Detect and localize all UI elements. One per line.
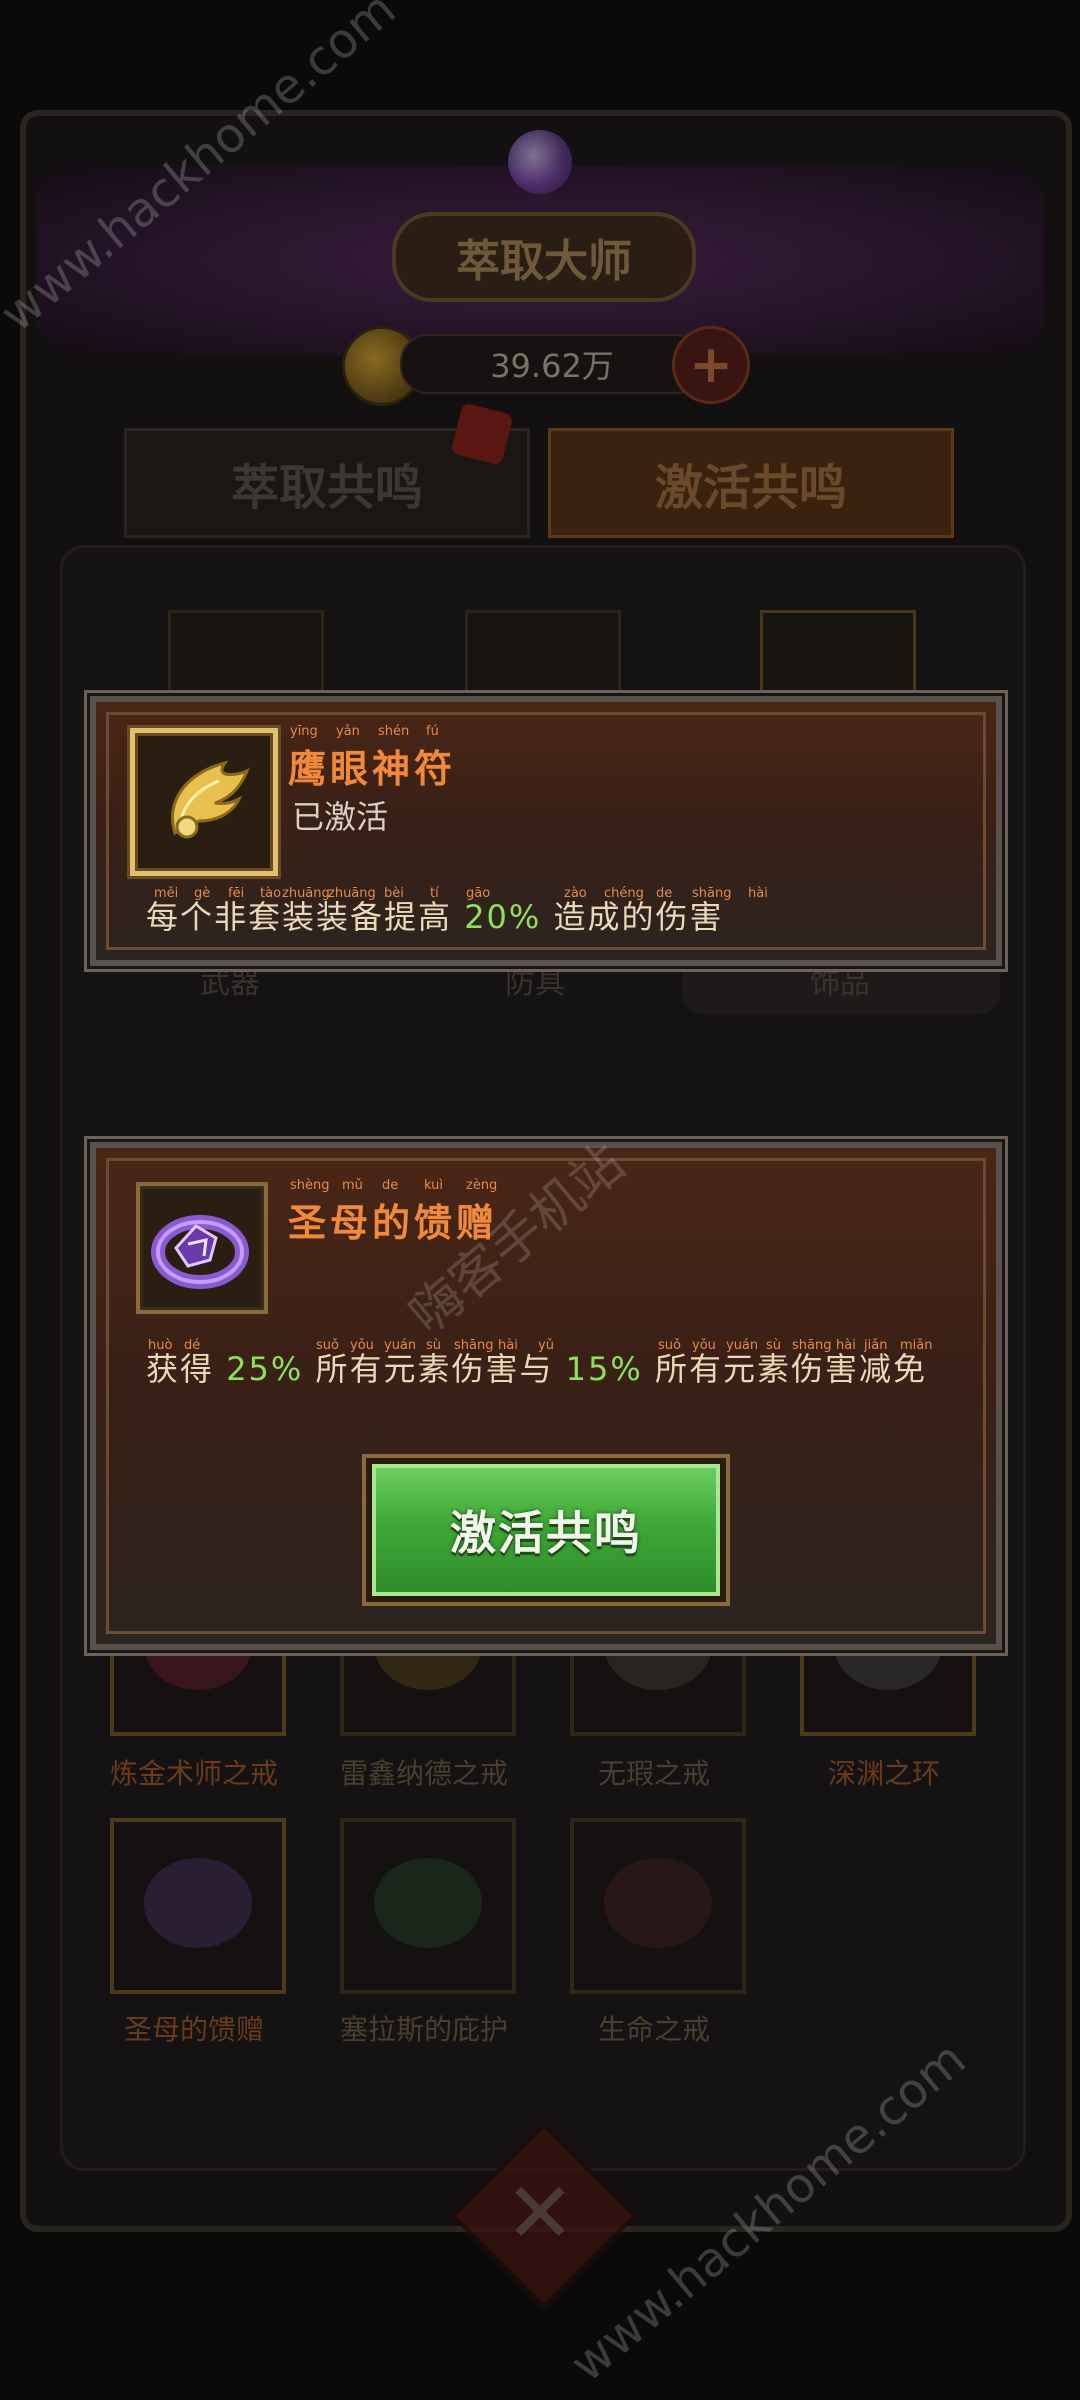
grid-label: 塞拉斯的庇护	[339, 2013, 508, 2046]
grid-label: 生命之戒	[597, 2013, 710, 2046]
grid-item-virgin-gift[interactable]	[110, 1818, 286, 1994]
item-effect-description: 每个非套装装备提高 20% 造成的伤害	[146, 892, 724, 938]
grid-item-life-ring[interactable]	[570, 1818, 746, 1994]
desc-percent: 20%	[464, 898, 542, 936]
grid-label: 深渊之环	[827, 1757, 940, 1790]
grid-label: 圣母的馈赠	[123, 2013, 264, 2046]
desc-percent: 25%	[226, 1350, 304, 1388]
desc-text: 所有元素伤害减免	[654, 1350, 927, 1388]
pinyin: kuì	[424, 1178, 443, 1193]
add-currency-button[interactable]: +	[672, 326, 750, 404]
purple-ring-icon	[151, 1215, 249, 1289]
crystal-orb-icon	[508, 130, 572, 194]
close-icon[interactable]: ✕	[500, 2168, 580, 2258]
grid-label: 雷鑫纳德之戒	[339, 1757, 508, 1790]
desc-text: 造成的伤害	[553, 898, 724, 936]
pinyin: fú	[426, 724, 439, 739]
golden-wing-amulet-icon	[170, 760, 250, 839]
activate-resonance-button[interactable]: 激活共鸣	[366, 1458, 726, 1602]
pinyin: de	[382, 1178, 399, 1193]
desc-text: 每个非套装装备提高	[146, 898, 453, 936]
red-ring-icon	[604, 1858, 712, 1948]
pinyin: zèng	[466, 1178, 498, 1193]
pinyin: yīng	[290, 724, 318, 739]
pinyin: hài	[748, 886, 768, 901]
pinyin: yǎn	[336, 724, 360, 739]
item-icon-frame	[130, 728, 278, 876]
desc-percent: 15%	[565, 1350, 643, 1388]
tab-activate-resonance[interactable]: 激活共鸣	[548, 428, 954, 538]
purple-ring-icon	[144, 1858, 252, 1948]
item-icon-frame	[136, 1182, 268, 1314]
currency-amount: 39.62万	[400, 334, 704, 394]
desc-text: 所有元素伤害与	[315, 1350, 554, 1388]
pinyin: shèng	[290, 1178, 330, 1193]
page-title: 萃取大师	[392, 212, 696, 302]
pinyin: mǔ	[342, 1178, 363, 1193]
grid-item-seras-protection[interactable]	[340, 1818, 516, 1994]
activation-status: 已激活	[292, 798, 389, 836]
grid-label: 炼金术师之戒	[109, 1757, 278, 1790]
item-name: 鹰眼神符	[288, 747, 457, 791]
pinyin: shén	[378, 724, 410, 739]
grid-label: 无瑕之戒	[597, 1757, 710, 1790]
green-ring-icon	[374, 1858, 482, 1948]
desc-text: 获得	[146, 1350, 215, 1388]
item-effect-description: 获得 25% 所有元素伤害与 15% 所有元素伤害减免	[146, 1344, 927, 1390]
